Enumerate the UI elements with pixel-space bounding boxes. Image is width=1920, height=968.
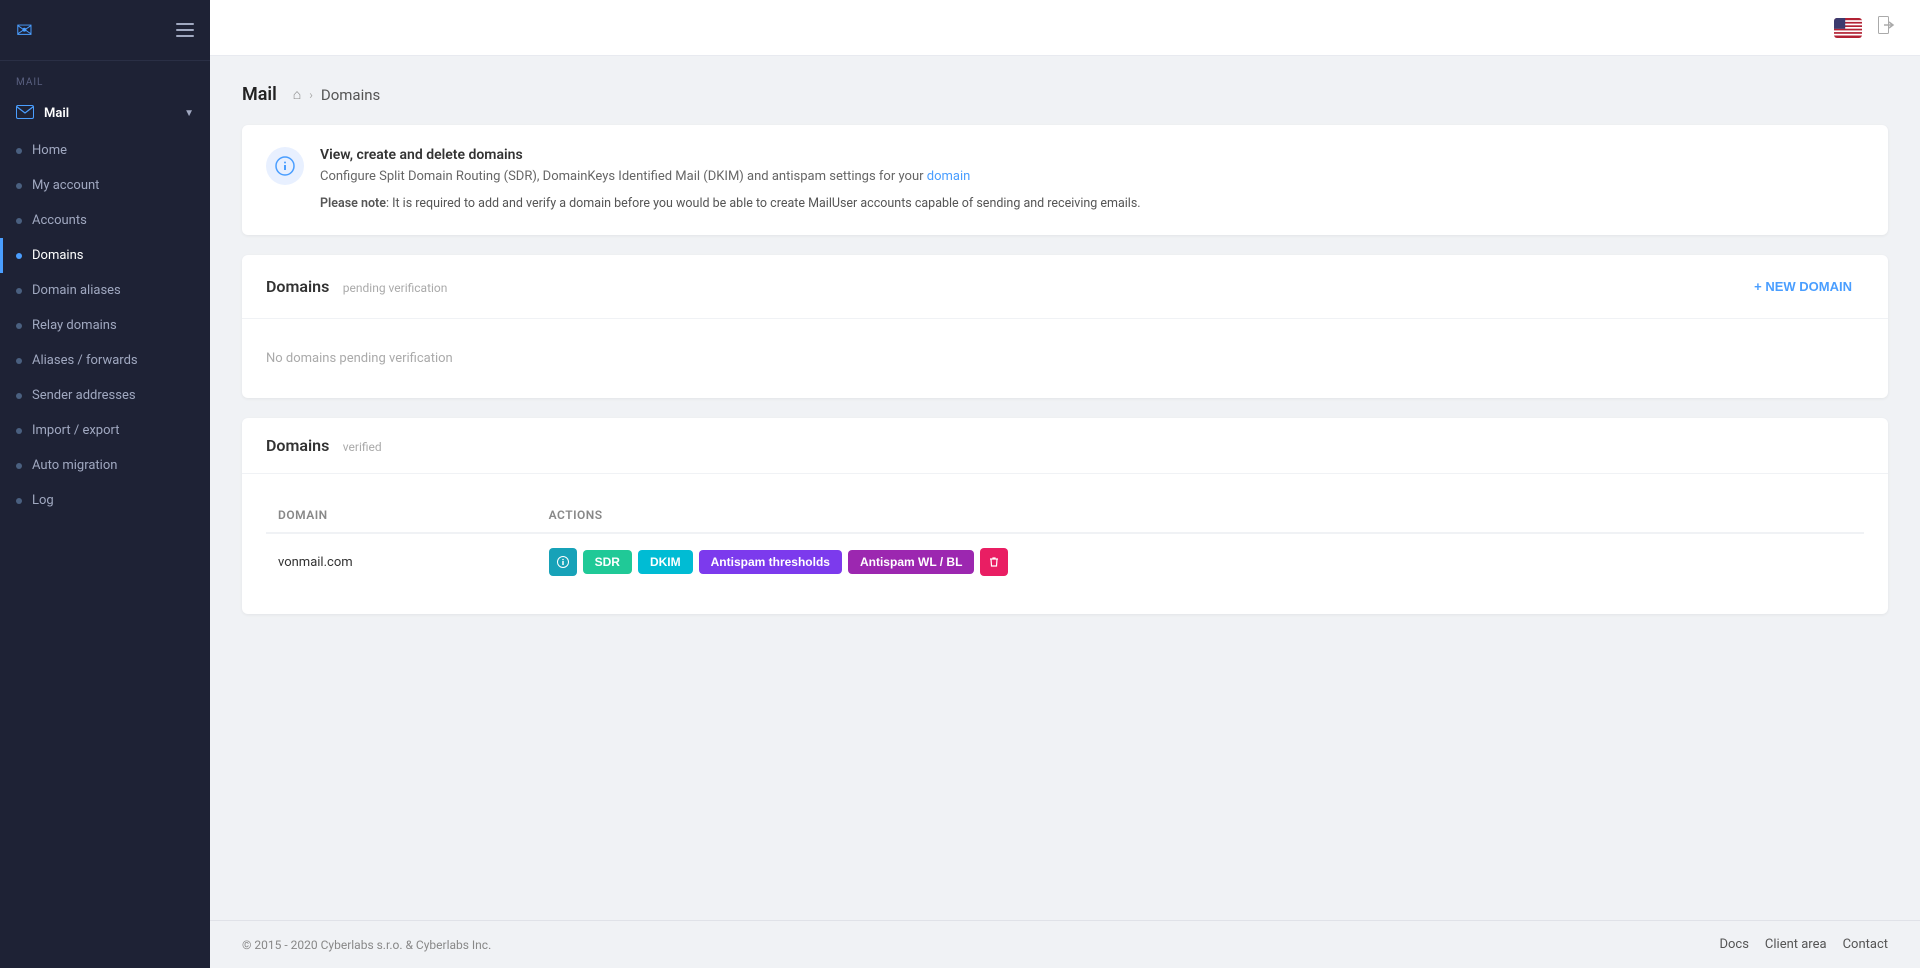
domains-pending-title: Domains xyxy=(266,277,329,296)
sidebar-dot-icon xyxy=(16,463,22,469)
info-card-description: Configure Split Domain Routing (SDR), Do… xyxy=(320,167,1141,187)
footer-link-client-area[interactable]: Client area xyxy=(1765,937,1827,952)
col-domain: Domain xyxy=(266,498,537,533)
footer-copyright: © 2015 - 2020 Cyberlabs s.r.o. & Cyberla… xyxy=(242,938,491,952)
domains-pending-title-group: Domains pending verification xyxy=(266,277,447,296)
logout-button[interactable] xyxy=(1878,16,1896,39)
table-header-row: Domain Actions xyxy=(266,498,1864,533)
sdr-button[interactable]: SDR xyxy=(583,550,632,574)
breadcrumb-separator: › xyxy=(309,88,313,102)
sidebar-dot-icon xyxy=(16,148,22,154)
page-title: Mail xyxy=(242,84,277,105)
info-button[interactable] xyxy=(549,548,577,576)
footer-link-docs[interactable]: Docs xyxy=(1719,937,1748,952)
sidebar-top: ✉ xyxy=(0,0,210,61)
topbar xyxy=(210,0,1920,56)
breadcrumb: Mail ⌂ › Domains xyxy=(242,84,1888,105)
domains-verified-header: Domains verified xyxy=(242,418,1888,474)
sidebar-dot-icon xyxy=(16,393,22,399)
sidebar-item-relay-domains[interactable]: Relay domains xyxy=(0,308,210,343)
topbar-actions xyxy=(1834,16,1896,39)
footer-links: Docs Client area Contact xyxy=(1719,937,1888,952)
mail-icon xyxy=(16,104,34,123)
info-icon xyxy=(266,147,304,185)
domains-pending-empty: No domains pending verification xyxy=(266,343,1864,374)
actions-cell: SDRDKIMAntispam thresholdsAntispam WL / … xyxy=(537,533,1864,590)
domains-pending-subtitle: pending verification xyxy=(343,281,448,295)
domains-verified-body: Domain Actions vonmail.comSDRDKIMAntispa… xyxy=(242,474,1888,614)
domains-pending-header: Domains pending verification + NEW DOMAI… xyxy=(242,255,1888,319)
col-actions: Actions xyxy=(537,498,1864,533)
sidebar-mail-label: Mail xyxy=(44,106,69,121)
sidebar-item-aliases-forwards[interactable]: Aliases / forwards xyxy=(0,343,210,378)
sidebar-item-home[interactable]: Home xyxy=(0,133,210,168)
info-card-note: Please note: It is required to add and v… xyxy=(320,195,1141,214)
delete-button[interactable] xyxy=(980,548,1008,576)
action-buttons: SDRDKIMAntispam thresholdsAntispam WL / … xyxy=(549,548,1852,576)
sidebar-dot-icon xyxy=(16,253,22,259)
chevron-down-icon: ▼ xyxy=(184,108,194,119)
info-card-title: View, create and delete domains xyxy=(320,147,1141,163)
info-card: View, create and delete domains Configur… xyxy=(242,125,1888,235)
language-flag[interactable] xyxy=(1834,18,1862,38)
sidebar-item-domains[interactable]: Domains xyxy=(0,238,210,273)
new-domain-button[interactable]: + NEW DOMAIN xyxy=(1742,273,1864,300)
sidebar-item-label: Accounts xyxy=(32,213,87,228)
sidebar-dot-icon xyxy=(16,288,22,294)
sidebar-item-domain-aliases[interactable]: Domain aliases xyxy=(0,273,210,308)
sidebar-item-sender-addresses[interactable]: Sender addresses xyxy=(0,378,210,413)
footer: © 2015 - 2020 Cyberlabs s.r.o. & Cyberla… xyxy=(210,920,1920,968)
sidebar-item-import-export[interactable]: Import / export xyxy=(0,413,210,448)
sidebar-nav: Home My account Accounts Domains Domain alia… xyxy=(0,133,210,518)
sidebar-item-accounts[interactable]: Accounts xyxy=(0,203,210,238)
sidebar-item-auto-migration[interactable]: Auto migration xyxy=(0,448,210,483)
sidebar-item-my-account[interactable]: My account xyxy=(0,168,210,203)
sidebar-item-label: Aliases / forwards xyxy=(32,353,138,368)
sidebar-dot-icon xyxy=(16,323,22,329)
sidebar-dot-icon xyxy=(16,428,22,434)
sidebar-item-label: Log xyxy=(32,493,54,508)
sidebar-item-label: Import / export xyxy=(32,423,119,438)
domain-cell: vonmail.com xyxy=(266,533,537,590)
sidebar-mail-group[interactable]: Mail ▼ xyxy=(0,94,210,133)
antispam-thresholds-button[interactable]: Antispam thresholds xyxy=(699,550,842,574)
home-icon: ⌂ xyxy=(293,86,301,103)
domains-verified-title-group: Domains verified xyxy=(266,436,382,455)
sidebar-item-label: Relay domains xyxy=(32,318,117,333)
sidebar-dot-icon xyxy=(16,498,22,504)
sidebar-item-label: Home xyxy=(32,143,67,158)
sidebar-dot-icon xyxy=(16,358,22,364)
sidebar-item-label: Domains xyxy=(32,248,83,263)
sidebar: ✉ MAIL Mail ▼ Home My account Accounts Doma… xyxy=(0,0,210,968)
mail-logo-icon: ✉ xyxy=(16,18,33,42)
domains-table: Domain Actions vonmail.comSDRDKIMAntispa… xyxy=(266,498,1864,590)
antispam-wl-bl-button[interactable]: Antispam WL / BL xyxy=(848,550,974,574)
sidebar-item-label: Auto migration xyxy=(32,458,117,473)
domains-pending-body: No domains pending verification xyxy=(242,319,1888,398)
domain-link[interactable]: domain xyxy=(927,169,971,184)
table-row: vonmail.com SDRDKIMAntispam thresholdsAnt… xyxy=(266,533,1864,590)
domains-pending-card: Domains pending verification + NEW DOMAI… xyxy=(242,255,1888,398)
breadcrumb-current: Domains xyxy=(321,86,380,104)
dkim-button[interactable]: DKIM xyxy=(638,550,693,574)
sidebar-dot-icon xyxy=(16,183,22,189)
sidebar-item-label: Domain aliases xyxy=(32,283,121,298)
sidebar-section-label: MAIL xyxy=(0,61,210,94)
page-content: Mail ⌂ › Domains View, create and delete… xyxy=(210,56,1920,920)
footer-link-contact[interactable]: Contact xyxy=(1843,937,1888,952)
sidebar-item-label: My account xyxy=(32,178,99,193)
sidebar-dot-icon xyxy=(16,218,22,224)
sidebar-item-log[interactable]: Log xyxy=(0,483,210,518)
domains-table-body: vonmail.com SDRDKIMAntispam thresholdsAnt… xyxy=(266,533,1864,590)
sidebar-item-label: Sender addresses xyxy=(32,388,136,403)
domains-verified-card: Domains verified Domain Actions vonmail.… xyxy=(242,418,1888,614)
main-content: Mail ⌂ › Domains View, create and delete… xyxy=(210,0,1920,968)
hamburger-button[interactable] xyxy=(176,23,194,37)
domains-verified-subtitle: verified xyxy=(343,440,382,454)
domains-verified-title: Domains xyxy=(266,436,329,455)
info-card-text: View, create and delete domains Configur… xyxy=(320,147,1141,213)
